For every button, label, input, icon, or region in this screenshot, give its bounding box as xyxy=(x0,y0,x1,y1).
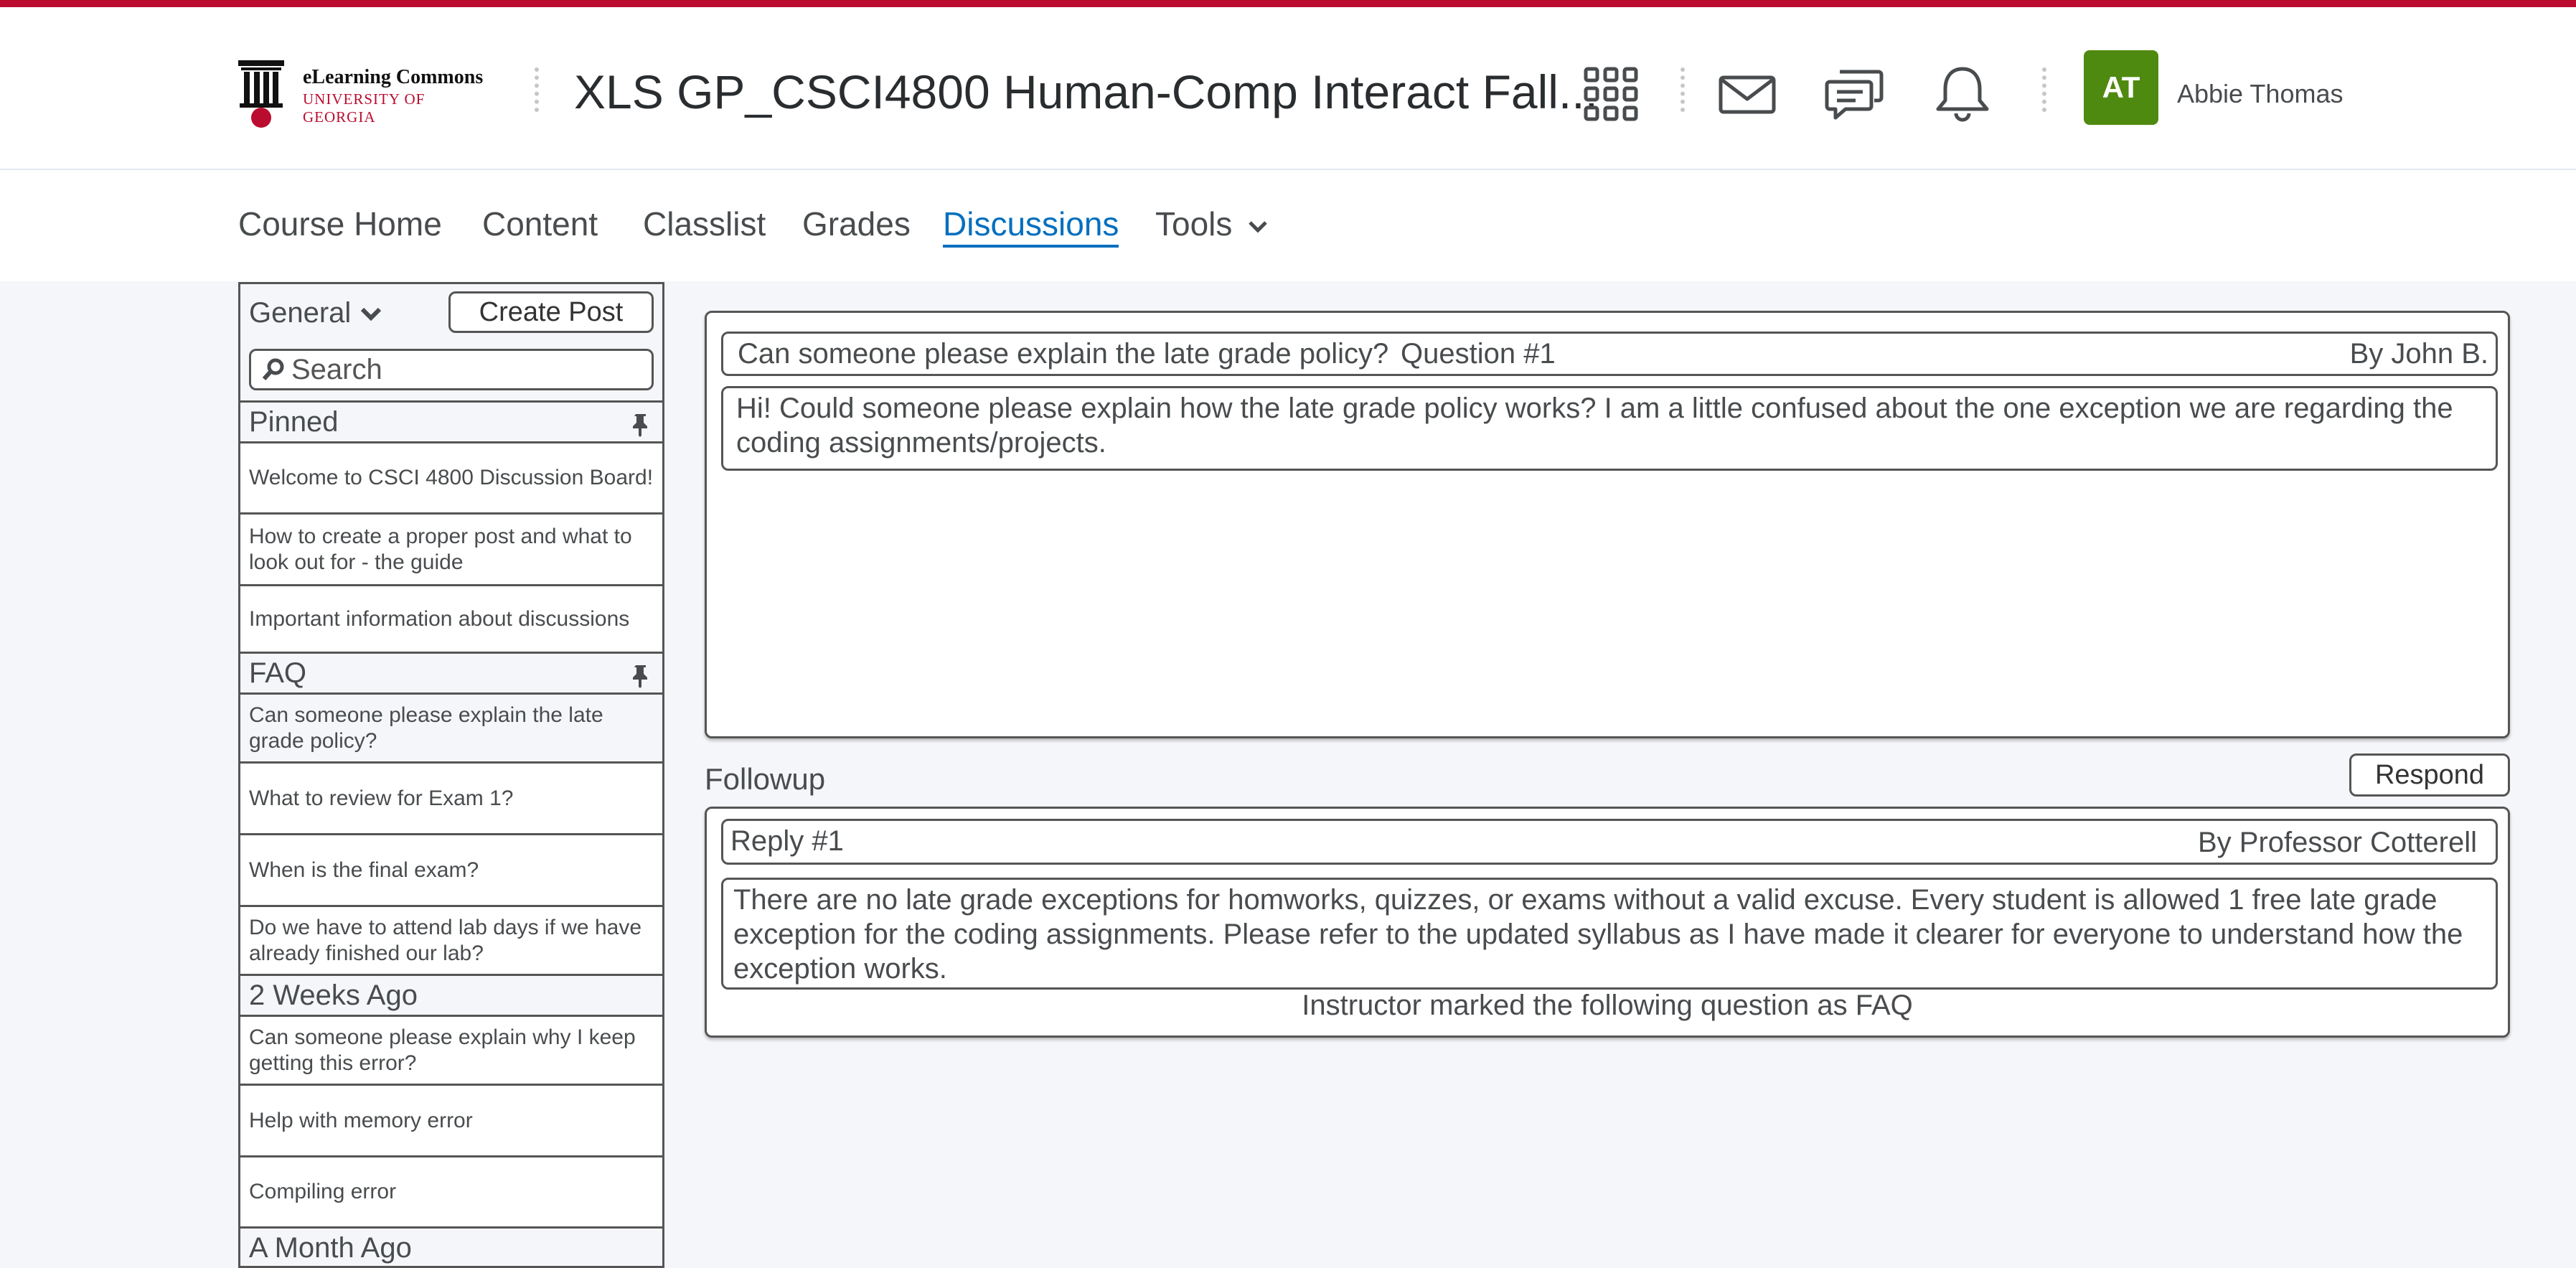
respond-button[interactable]: Respond xyxy=(2349,753,2510,797)
section-pinned: Pinned xyxy=(240,400,662,443)
pin-icon[interactable] xyxy=(632,664,649,688)
question-title: Can someone please explain the late grad… xyxy=(738,338,1389,370)
list-item[interactable]: Can someone please explain why I keep ge… xyxy=(240,1017,662,1086)
uga-logo[interactable]: eLearning Commons UNIVERSITY OF GEORGIA xyxy=(237,52,502,131)
create-post-button[interactable]: Create Post xyxy=(448,291,654,333)
category-dropdown[interactable]: General xyxy=(249,297,383,329)
section-2-weeks-ago: 2 Weeks Ago xyxy=(240,974,662,1017)
list-item[interactable]: Compiling error xyxy=(240,1157,662,1226)
logo-line1: eLearning Commons xyxy=(303,66,484,88)
question-number: Question #1 xyxy=(1401,338,1556,370)
section-title: FAQ xyxy=(249,657,307,689)
chevron-down-icon xyxy=(361,308,382,321)
section-faq: FAQ xyxy=(240,652,662,695)
reply-panel: Reply #1 By Professor Cotterell There ar… xyxy=(705,807,2510,1038)
section-a-month-ago: A Month Ago xyxy=(240,1226,662,1266)
list-item-selected[interactable]: Can someone please explain the late grad… xyxy=(240,695,662,764)
apps-grid-icon[interactable] xyxy=(1579,62,1643,126)
list-item[interactable]: When is the final exam? xyxy=(240,835,662,907)
list-item[interactable]: How to create a proper post and what to … xyxy=(240,515,662,586)
sidebar-header: General Create Post Search xyxy=(240,284,662,403)
question-panel: Can someone please explain the late grad… xyxy=(705,311,2510,738)
top-accent-bar xyxy=(0,0,2576,7)
search-placeholder: Search xyxy=(291,353,382,385)
search-input[interactable]: Search xyxy=(249,349,654,390)
nav-classlist[interactable]: Classlist xyxy=(643,205,766,243)
section-title: A Month Ago xyxy=(249,1232,412,1264)
avatar[interactable]: AT xyxy=(2084,50,2158,125)
section-title: Pinned xyxy=(249,406,339,438)
search-icon xyxy=(262,358,284,381)
list-item[interactable]: Do we have to attend lab days if we have… xyxy=(240,907,662,974)
reply-header: Reply #1 By Professor Cotterell xyxy=(721,819,2498,865)
header-divider xyxy=(2042,67,2051,112)
chevron-down-icon xyxy=(1249,221,1267,233)
user-name[interactable]: Abbie Thomas xyxy=(2177,79,2343,109)
nav-course-home[interactable]: Course Home xyxy=(238,205,442,243)
chat-icon[interactable] xyxy=(1823,62,1887,126)
course-title[interactable]: XLS GP_CSCI4800 Human-Comp Interact Fall… xyxy=(574,65,1598,119)
list-item[interactable]: Help with memory error xyxy=(240,1086,662,1157)
header-divider xyxy=(1680,67,1689,112)
discussion-sidebar: General Create Post Search Pinned Welcom… xyxy=(238,282,664,1268)
pin-icon[interactable] xyxy=(632,413,649,437)
nav-grades[interactable]: Grades xyxy=(802,205,911,243)
nav-tools-label: Tools xyxy=(1155,205,1233,243)
question-body: Hi! Could someone please explain how the… xyxy=(721,386,2498,471)
list-item[interactable]: Important information about discussions xyxy=(240,586,662,652)
followup-label: Followup xyxy=(705,762,826,796)
question-header: Can someone please explain the late grad… xyxy=(721,332,2498,376)
course-navbar: Course Home Content Classlist Grades Dis… xyxy=(0,170,2576,281)
bell-icon[interactable] xyxy=(1930,62,1995,126)
nav-tools[interactable]: Tools xyxy=(1155,205,1270,243)
faq-note: Instructor marked the following question… xyxy=(1302,990,1913,1021)
category-label: General xyxy=(249,297,352,329)
header-divider xyxy=(535,67,543,112)
logo-line2: UNIVERSITY OF GEORGIA xyxy=(303,90,426,126)
header: eLearning Commons UNIVERSITY OF GEORGIA … xyxy=(0,7,2576,170)
list-item[interactable]: What to review for Exam 1? xyxy=(240,764,662,835)
mail-icon[interactable] xyxy=(1715,62,1780,126)
uga-arch-logo-icon xyxy=(238,60,284,128)
nav-discussions[interactable]: Discussions xyxy=(943,205,1119,248)
reply-author: By Professor Cotterell xyxy=(2197,827,2477,858)
reply-body: There are no late grade exceptions for h… xyxy=(721,878,2498,990)
question-author: By John B. xyxy=(2349,338,2488,370)
section-title: 2 Weeks Ago xyxy=(249,980,418,1011)
nav-content[interactable]: Content xyxy=(482,205,598,243)
reply-number: Reply #1 xyxy=(730,825,844,857)
list-item[interactable]: Welcome to CSCI 4800 Discussion Board! xyxy=(240,443,662,515)
